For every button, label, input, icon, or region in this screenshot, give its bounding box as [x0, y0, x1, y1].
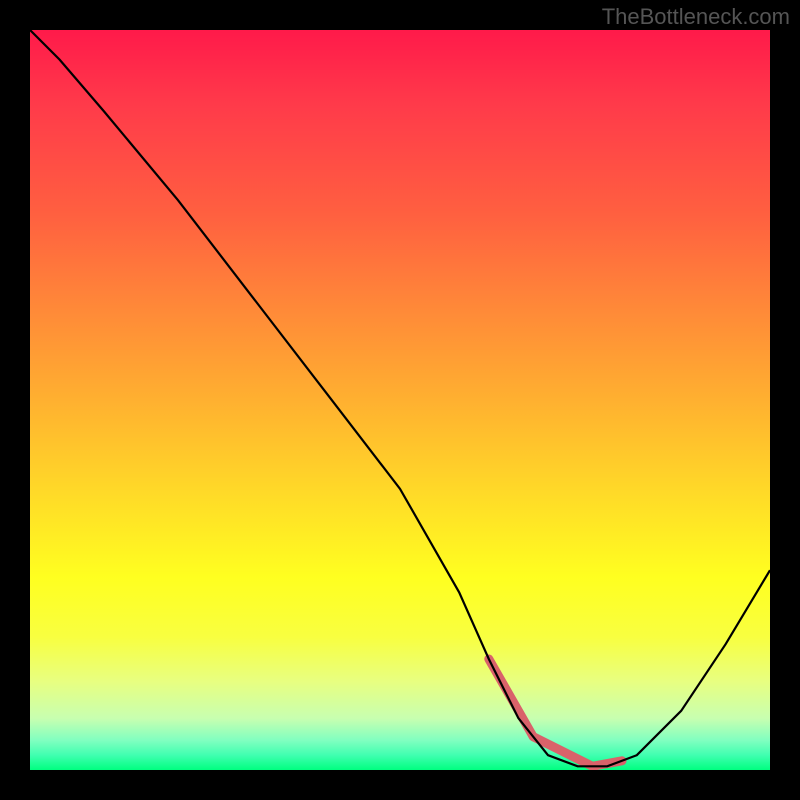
plot-area	[30, 30, 770, 770]
bottleneck-curve	[30, 30, 770, 766]
watermark-text: TheBottleneck.com	[602, 4, 790, 30]
curve-layer	[30, 30, 770, 770]
